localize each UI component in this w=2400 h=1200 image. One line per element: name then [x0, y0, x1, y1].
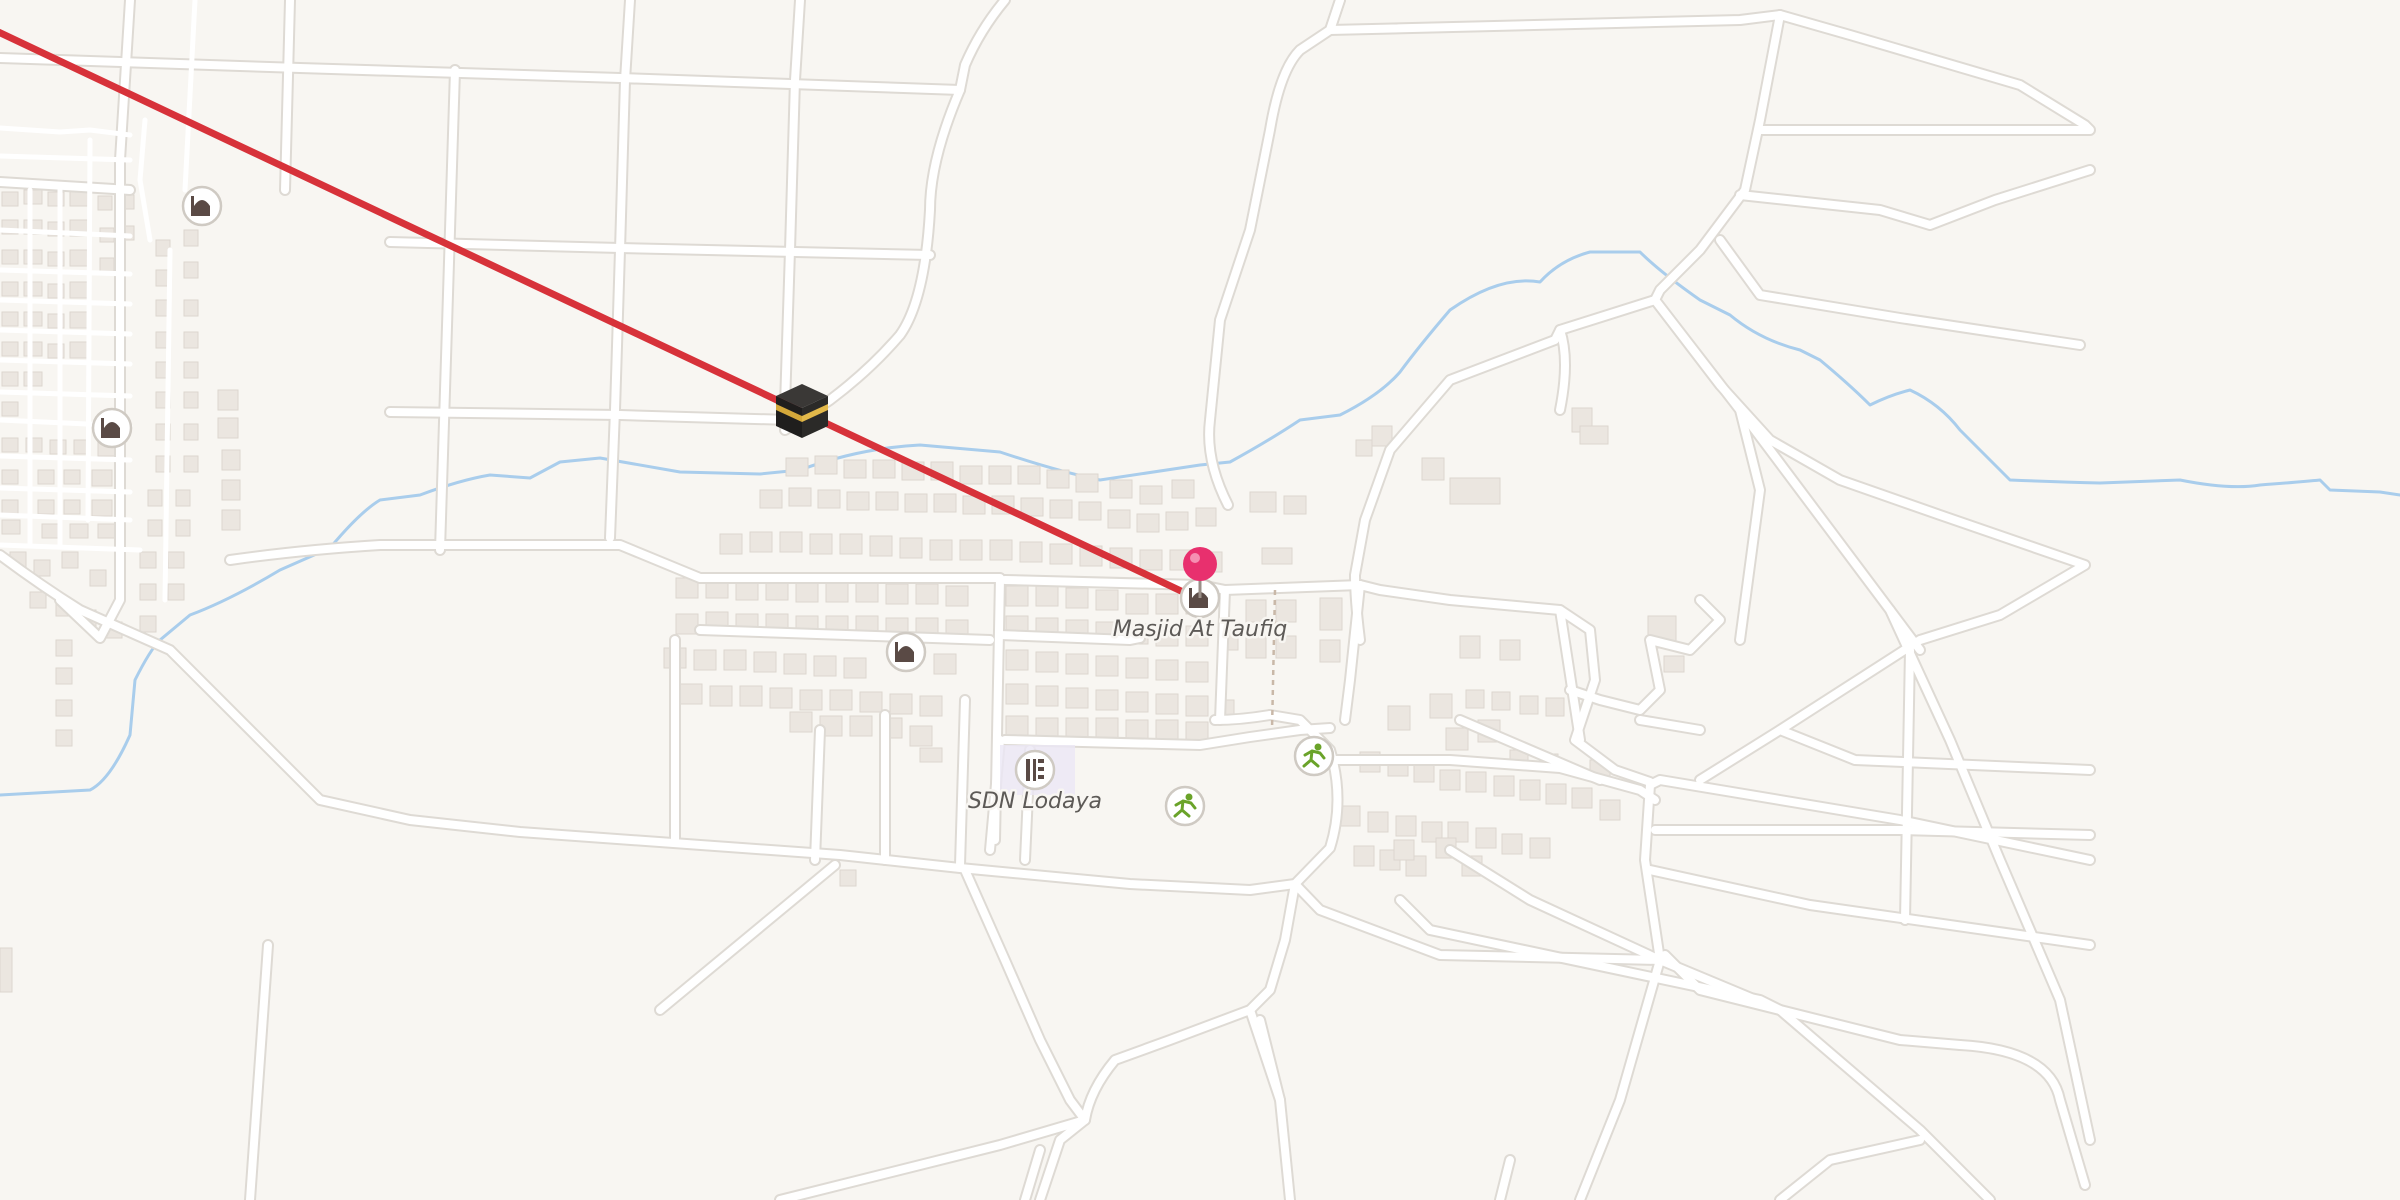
map-canvas[interactable]: Masjid At Taufiq SDN Lodaya: [0, 0, 2400, 1200]
running-icon[interactable]: [1164, 785, 1206, 827]
mosque-icon[interactable]: [91, 407, 133, 449]
mosque-icon[interactable]: [885, 631, 927, 673]
mosque-icon[interactable]: [181, 185, 223, 227]
running-icon[interactable]: [1293, 735, 1335, 777]
school-label: SDN Lodaya: [968, 789, 1102, 814]
masjid-label: Masjid At Taufiq: [1113, 617, 1288, 642]
school-icon[interactable]: [1014, 749, 1056, 791]
